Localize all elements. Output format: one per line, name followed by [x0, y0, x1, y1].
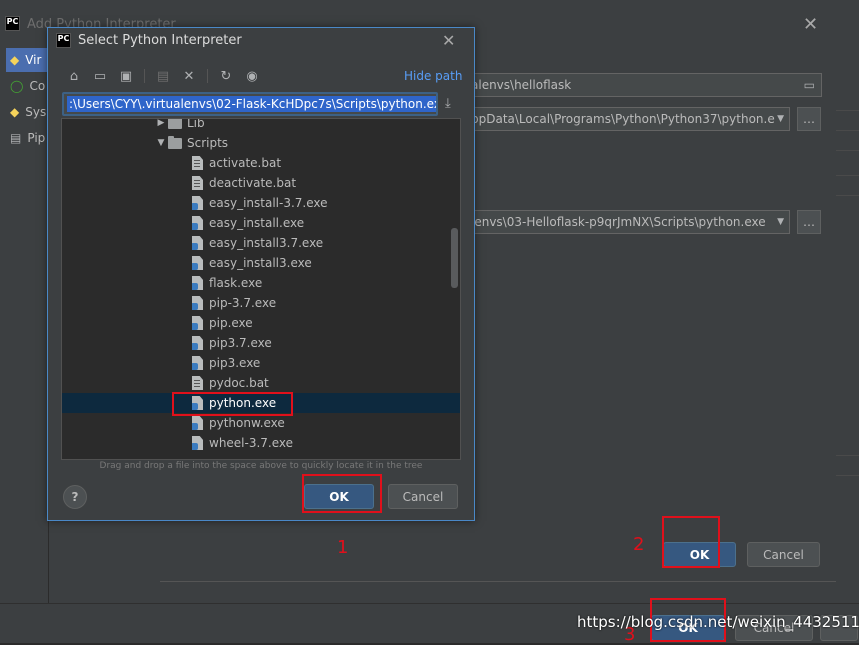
folder-icon — [168, 135, 182, 149]
path-value: :\Users\CYY\.virtualenvs\02-Flask-KcHDpc… — [67, 96, 436, 112]
tree-row-file[interactable]: pip3.exe — [62, 353, 460, 373]
chevron-down-icon: ▼ — [777, 114, 784, 124]
tree-row-file[interactable]: easy_install.exe — [62, 213, 460, 233]
folder-icon — [168, 119, 182, 129]
bat-file-icon — [192, 176, 203, 190]
chevron-right-icon[interactable]: ▶ — [154, 119, 168, 128]
nav-item-virtualenv[interactable]: ◆ Vir — [10, 49, 41, 71]
python-exe-icon — [192, 436, 203, 450]
hide-path-link[interactable]: Hide path — [404, 69, 462, 83]
conda-icon: ◯ — [10, 79, 24, 93]
tree-row-python-exe-selected[interactable]: python.exe — [62, 393, 460, 413]
tree-row-file[interactable]: deactivate.bat — [62, 173, 460, 193]
home-icon[interactable]: ⌂ — [66, 68, 82, 84]
step-2-label: 2 — [633, 534, 645, 555]
divider — [836, 175, 859, 176]
chevron-down-icon[interactable]: ▼ — [154, 138, 168, 148]
delete-icon[interactable]: ✕ — [181, 68, 197, 84]
divider — [836, 455, 859, 456]
divider — [836, 195, 859, 196]
toolbar-separator — [144, 69, 145, 83]
python-exe-icon — [192, 336, 203, 350]
python-icon: ◆ — [10, 53, 20, 67]
dialog-title-bar: PC Select Python Interpreter — [56, 33, 242, 48]
help-button[interactable]: ? — [63, 485, 87, 509]
desktop-icon[interactable]: ▭ — [92, 68, 108, 84]
bg-ok-button[interactable]: OK — [663, 542, 736, 567]
refresh-icon[interactable]: ↻ — [218, 68, 234, 84]
bg-right-panel — [836, 36, 859, 566]
python-exe-icon — [192, 196, 203, 210]
tree-scrollbar[interactable] — [451, 228, 458, 288]
base-interpreter-browse-button[interactable]: … — [797, 107, 821, 131]
existing-interpreter-select[interactable]: lenvs\03-Helloflask-p9qrJmNX\Scripts\pyt… — [470, 210, 790, 234]
bat-file-icon — [192, 156, 203, 170]
pycharm-logo: PC — [5, 16, 20, 31]
dialog-ok-button[interactable]: OK — [304, 484, 374, 509]
tree-row-file[interactable]: pip3.7.exe — [62, 333, 460, 353]
select-python-interpreter-dialog: PC Select Python Interpreter ✕ ⌂ ▭ ▣ ▤ ✕… — [47, 27, 475, 521]
nav-item-conda[interactable]: ◯ Co — [10, 75, 45, 97]
drag-drop-hint: Drag and drop a file into the space abov… — [99, 461, 423, 471]
tree-row-file[interactable]: easy_install3.exe — [62, 253, 460, 273]
pipenv-icon: ▤ — [10, 131, 22, 145]
toolbar-separator — [207, 69, 208, 83]
show-hidden-icon[interactable]: ◉ — [244, 68, 260, 84]
divider — [836, 150, 859, 151]
existing-interpreter-browse-button[interactable]: … — [797, 210, 821, 234]
tree-row-file[interactable]: easy_install3.7.exe — [62, 233, 460, 253]
python-exe-icon — [192, 216, 203, 230]
nav-item-system[interactable]: ◆ Sys — [10, 101, 46, 123]
python-exe-icon — [192, 256, 203, 270]
nav-item-pipenv[interactable]: ▤ Pip — [10, 127, 45, 149]
location-field[interactable]: alenvs\helloflask ▭ — [470, 73, 822, 97]
file-chooser-toolbar: ⌂ ▭ ▣ ▤ ✕ ↻ ◉ — [66, 66, 260, 86]
chevron-down-icon: ▼ — [777, 217, 784, 227]
tree-row-file[interactable]: pip-3.7.exe — [62, 293, 460, 313]
file-tree[interactable]: ▶ Lib ▼ Scripts activate.bat deactivate.ba… — [61, 118, 461, 460]
python-exe-icon — [192, 316, 203, 330]
tree-row-scripts[interactable]: ▼ Scripts — [62, 133, 460, 153]
bg-close-icon[interactable]: ✕ — [803, 14, 818, 35]
dialog-cancel-button[interactable]: Cancel — [388, 484, 458, 509]
tree-row-file[interactable]: flask.exe — [62, 273, 460, 293]
folder-browse-icon[interactable]: ▭ — [804, 78, 815, 92]
tree-row-file[interactable]: pythonw.exe — [62, 413, 460, 433]
pycharm-logo: PC — [56, 33, 71, 48]
tree-row-file[interactable]: wheel-3.7.exe — [62, 433, 460, 453]
bat-file-icon — [192, 376, 203, 390]
watermark-text: https://blog.csdn.net/weixin_44325114 — [577, 613, 859, 631]
python-exe-icon — [192, 356, 203, 370]
python-exe-icon — [192, 396, 203, 410]
path-input[interactable]: :\Users\CYY\.virtualenvs\02-Flask-KcHDpc… — [62, 92, 438, 116]
python-exe-icon — [192, 276, 203, 290]
tree-row-file[interactable]: activate.bat — [62, 153, 460, 173]
download-icon[interactable]: ⤓ — [445, 96, 451, 111]
base-interpreter-select[interactable]: ppData\Local\Programs\Python\Python37\py… — [470, 107, 790, 131]
divider — [160, 581, 836, 592]
dialog-title: Select Python Interpreter — [78, 33, 242, 48]
bg-cancel-button[interactable]: Cancel — [747, 542, 820, 567]
dialog-close-icon[interactable]: ✕ — [442, 31, 455, 50]
new-folder-icon[interactable]: ▤ — [155, 68, 171, 84]
project-folder-icon[interactable]: ▣ — [118, 68, 134, 84]
step-1-label: 1 — [337, 537, 349, 558]
divider — [836, 130, 859, 131]
python-exe-icon — [192, 236, 203, 250]
tree-row-file[interactable]: easy_install-3.7.exe — [62, 193, 460, 213]
python-icon: ◆ — [10, 105, 20, 119]
python-exe-icon — [192, 416, 203, 430]
tree-row-file[interactable]: pydoc.bat — [62, 373, 460, 393]
divider — [836, 475, 859, 476]
python-exe-icon — [192, 296, 203, 310]
tree-row-lib[interactable]: ▶ Lib — [62, 119, 460, 133]
tree-row-file[interactable]: pip.exe — [62, 313, 460, 333]
divider — [836, 110, 859, 111]
